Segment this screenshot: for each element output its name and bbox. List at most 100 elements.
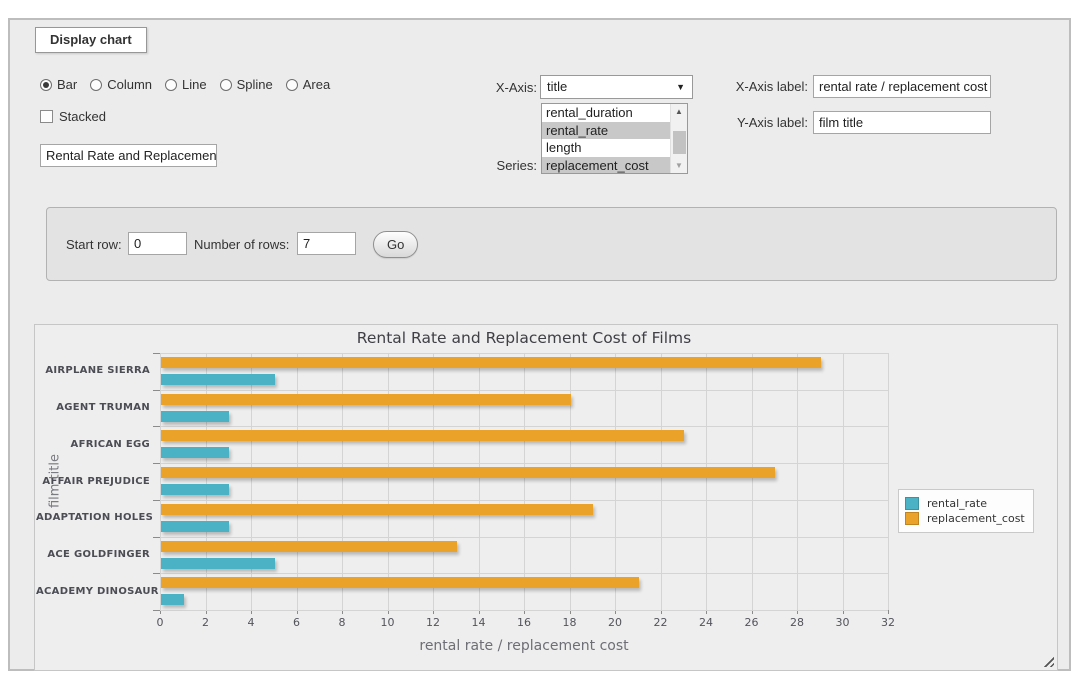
y-axis-tick xyxy=(153,537,160,538)
legend-swatch-icon xyxy=(905,512,919,525)
x-axis-label-label: X-Axis label: xyxy=(710,79,808,94)
radio-icon[interactable] xyxy=(165,79,177,91)
x-axis-label-input[interactable]: rental rate / replacement cost xyxy=(813,75,991,98)
x-tick-label: 4 xyxy=(231,616,271,629)
x-tick-label: 6 xyxy=(277,616,317,629)
scrollbar-thumb[interactable] xyxy=(673,131,686,154)
x-tick-label: 10 xyxy=(368,616,408,629)
series-options: rental_durationrental_ratelengthreplacem… xyxy=(542,104,670,174)
y-axis-tick xyxy=(153,353,160,354)
resize-handle-icon[interactable] xyxy=(1043,656,1054,667)
x-tick-label: 20 xyxy=(595,616,635,629)
x-axis-tick xyxy=(888,610,889,614)
bar-rental_rate xyxy=(161,484,229,495)
category-label: AGENT TRUMAN xyxy=(36,402,150,413)
x-tick-label: 26 xyxy=(732,616,772,629)
x-tick-label: 30 xyxy=(823,616,863,629)
series-option-length[interactable]: length xyxy=(542,139,670,157)
listbox-scrollbar[interactable]: ▲ ▼ xyxy=(670,104,687,173)
x-tick-label: 28 xyxy=(777,616,817,629)
series-option-replacement_cost[interactable]: replacement_cost xyxy=(542,157,670,175)
stacked-checkbox[interactable] xyxy=(40,110,53,123)
chart-legend: rental_ratereplacement_cost xyxy=(898,489,1034,533)
chart-type-radio-group: Bar Column Line Spline Area xyxy=(40,77,343,92)
radio-icon[interactable] xyxy=(40,79,52,91)
x-tick-label: 0 xyxy=(140,616,180,629)
scroll-down-icon[interactable]: ▼ xyxy=(671,158,687,173)
x-axis-select-label: X-Axis: xyxy=(470,80,537,95)
radio-label: Bar xyxy=(57,77,77,92)
display-chart-panel: Display chart Bar Column Line Spline Area St… xyxy=(8,18,1071,671)
y-axis-title: film title xyxy=(48,454,63,508)
y-axis-tick xyxy=(153,500,160,501)
bar-replacement_cost xyxy=(161,504,593,515)
y-axis-tick xyxy=(153,390,160,391)
category-label: ADAPTATION HOLES xyxy=(36,512,150,523)
grid-line-vertical xyxy=(206,353,207,610)
radio-label: Area xyxy=(303,77,330,92)
y-axis-label-input[interactable]: film title xyxy=(813,111,991,134)
x-tick-label: 32 xyxy=(868,616,908,629)
x-tick-label: 8 xyxy=(322,616,362,629)
start-row-input[interactable]: 0 xyxy=(128,232,187,255)
x-tick-label: 18 xyxy=(550,616,590,629)
radio-icon[interactable] xyxy=(220,79,232,91)
chart-type-radio-bar[interactable]: Bar xyxy=(40,77,77,92)
chart-title: Rental Rate and Replacement Cost of Film… xyxy=(160,329,888,347)
grid-line-vertical xyxy=(843,353,844,610)
category-label: ACE GOLDFINGER xyxy=(36,549,150,560)
x-tick-label: 14 xyxy=(459,616,499,629)
grid-line-vertical xyxy=(524,353,525,610)
number-of-rows-input[interactable]: 7 xyxy=(297,232,356,255)
x-axis-select-value: title xyxy=(547,79,567,94)
grid-line-vertical xyxy=(479,353,480,610)
panel-title: Display chart xyxy=(35,27,147,53)
go-button[interactable]: Go xyxy=(373,231,418,258)
bar-rental_rate xyxy=(161,521,229,532)
grid-line-vertical xyxy=(752,353,753,610)
series-option-rental_duration[interactable]: rental_duration xyxy=(542,104,670,122)
legend-swatch-icon xyxy=(905,497,919,510)
number-of-rows-label: Number of rows: xyxy=(194,237,289,252)
y-axis-tick xyxy=(153,573,160,574)
bar-rental_rate xyxy=(161,558,275,569)
grid-line-vertical xyxy=(388,353,389,610)
bar-replacement_cost xyxy=(161,541,457,552)
category-label: AFRICAN EGG xyxy=(36,439,150,450)
stacked-label: Stacked xyxy=(59,109,106,124)
y-axis-tick xyxy=(153,426,160,427)
chart-container: Rental Rate and Replacement Cost of Film… xyxy=(34,324,1058,671)
legend-item-rental_rate: rental_rate xyxy=(905,497,1025,510)
x-tick-label: 2 xyxy=(186,616,226,629)
start-row-label: Start row: xyxy=(66,237,122,252)
x-tick-label: 22 xyxy=(641,616,681,629)
grid-line-vertical xyxy=(661,353,662,610)
grid-line-vertical xyxy=(342,353,343,610)
chart-type-radio-line[interactable]: Line xyxy=(165,77,207,92)
scroll-up-icon[interactable]: ▲ xyxy=(671,104,687,119)
chart-type-radio-area[interactable]: Area xyxy=(286,77,330,92)
radio-icon[interactable] xyxy=(90,79,102,91)
chart-type-radio-column[interactable]: Column xyxy=(90,77,152,92)
plot-area: 02468101214161820222426283032AIRPLANE SI… xyxy=(160,353,888,610)
grid-line-horizontal xyxy=(160,463,888,464)
bar-rental_rate xyxy=(161,594,184,605)
x-axis-select[interactable]: title ▼ xyxy=(540,75,693,99)
series-option-rental_rate[interactable]: rental_rate xyxy=(542,122,670,140)
x-axis-title: rental rate / replacement cost xyxy=(160,638,888,654)
chart-type-radio-spline[interactable]: Spline xyxy=(220,77,273,92)
grid-line-horizontal xyxy=(160,353,888,354)
series-label: Series: xyxy=(470,158,537,173)
series-listbox[interactable]: rental_durationrental_ratelengthreplacem… xyxy=(541,103,688,174)
radio-icon[interactable] xyxy=(286,79,298,91)
chart-title-input[interactable]: Rental Rate and Replacement Cost of Film… xyxy=(40,144,217,167)
bar-replacement_cost xyxy=(161,467,775,478)
bar-rental_rate xyxy=(161,374,275,385)
category-label: ACADEMY DINOSAUR xyxy=(36,586,150,597)
chevron-down-icon: ▼ xyxy=(676,83,685,92)
grid-line-vertical xyxy=(797,353,798,610)
bar-rental_rate xyxy=(161,447,229,458)
bar-replacement_cost xyxy=(161,430,684,441)
y-axis-tick xyxy=(153,610,160,611)
grid-line-vertical xyxy=(888,353,889,610)
